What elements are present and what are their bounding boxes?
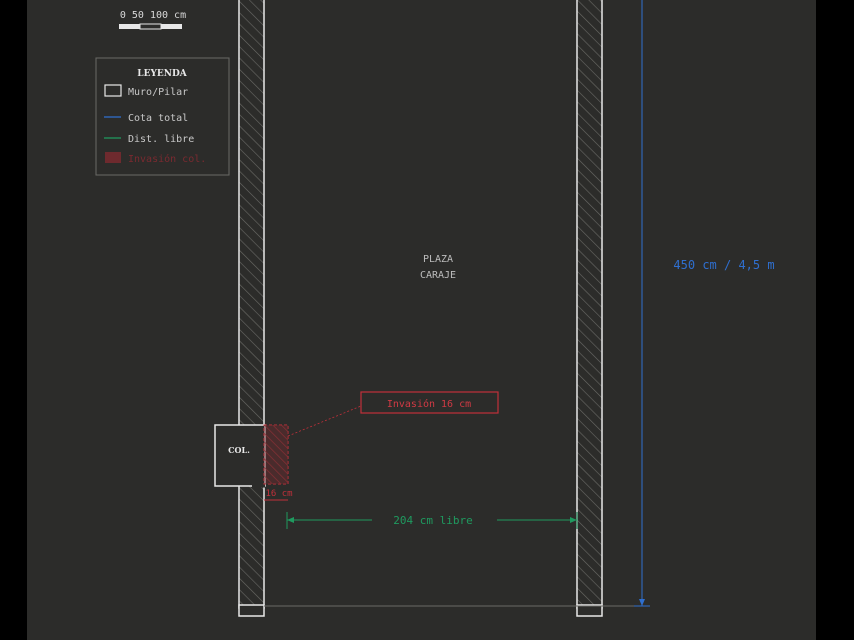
legend-item-total: Cota total: [128, 113, 188, 124]
scale-bar-segment-1: [119, 24, 140, 29]
column: COL.: [214, 424, 266, 488]
space-label-line1: PLAZA: [423, 254, 453, 265]
legend-item-invasion: Invasión col.: [128, 153, 206, 165]
right-wall-foot: [576, 604, 603, 617]
legend-item-free: Dist. libre: [128, 134, 194, 145]
legend-invasion-swatch: [105, 152, 121, 163]
floor-plan-drawing: 0 50 100 cm LEYENDA Muro/Pilar Cota tota…: [0, 0, 854, 640]
scale-bar-segment-2: [139, 23, 162, 30]
legend-title: LEYENDA: [137, 69, 188, 79]
left-wall: [238, 0, 265, 609]
right-wall: [576, 0, 603, 609]
left-wall-foot: [238, 604, 265, 617]
space-label-line2: CARAJE: [420, 270, 456, 281]
free-dim-label: 204 cm libre: [393, 514, 472, 527]
column-outline: [214, 424, 266, 487]
total-dim-label: 450 cm / 4,5 m: [673, 258, 774, 272]
invasion-zone-tint: [264, 425, 288, 484]
scale-bar: 0 50 100 cm: [119, 10, 186, 30]
scale-bar-label: 0 50 100 cm: [120, 10, 186, 21]
scale-bar-segment-3: [161, 24, 182, 29]
invasion-width-label: 16 cm: [265, 489, 292, 499]
invasion-callout-label: Invasión 16 cm: [387, 398, 471, 410]
legend-item-wall: Muro/Pilar: [128, 87, 188, 98]
column-label: COL.: [228, 445, 250, 455]
